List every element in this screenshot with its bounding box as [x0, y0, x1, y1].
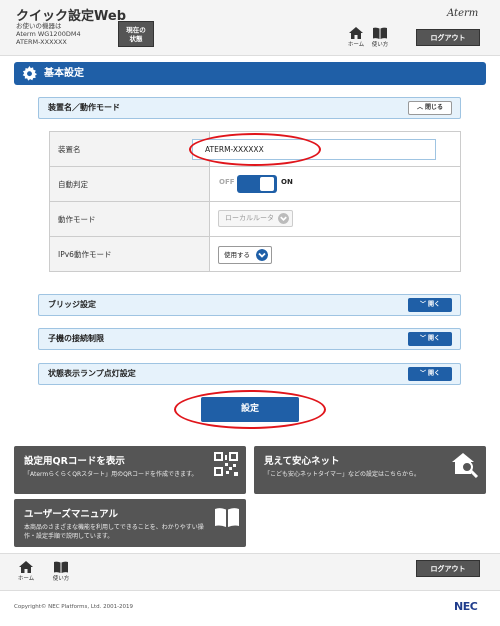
manual-label: 使い方 — [371, 42, 389, 48]
open-bridge-button[interactable]: ﹀ 開く — [408, 298, 452, 312]
footer-manual-button[interactable]: 使い方 — [50, 561, 72, 582]
close-panel-button[interactable]: ︿ 閉じる — [408, 101, 452, 115]
user-manual-card[interactable]: ユーザーズマニュアル 本商品のさまざまな機能を利用してできることを、わかりやすい… — [14, 499, 246, 547]
qr-card-title: 設定用QRコードを表示 — [24, 456, 125, 467]
panel-bridge-header: ブリッジ設定 ﹀ 開く — [38, 294, 461, 316]
safe-card-title: 見えて安心ネット — [264, 456, 340, 467]
panel-client-limit-header: 子機の接続制限 ﹀ 開く — [38, 328, 461, 350]
chevron-down-icon: ﹀ — [419, 370, 426, 377]
device-name-input[interactable]: ATERM-XXXXXX — [192, 139, 436, 160]
home-button[interactable]: ホーム — [345, 27, 367, 48]
home-icon — [349, 27, 363, 39]
qr-card-desc: 「AtermらくらくQRスタート」用のQRコードを作成できます。 — [24, 471, 198, 478]
operation-mode-value: ローカルルータ — [225, 214, 274, 222]
close-label: 閉じる — [425, 104, 444, 111]
panel-device-mode-title: 装置名／動作モード — [48, 103, 120, 112]
open-lamp-button[interactable]: ﹀ 開く — [408, 367, 452, 381]
operation-mode-label: 動作モード — [49, 201, 210, 237]
gear-icon — [22, 66, 37, 81]
footer-logout-button[interactable]: ログアウト — [416, 560, 480, 577]
panel-client-limit-title: 子機の接続制限 — [48, 334, 104, 343]
switch-on-text: ON — [281, 178, 293, 186]
device-info: お使いの機器は Aterm WG1200DM4 ATERM-XXXXXX — [16, 22, 81, 46]
aterm-logo: Aterm — [447, 8, 479, 19]
panel-bridge-title: ブリッジ設定 — [48, 300, 96, 309]
open-label: 開く — [428, 335, 441, 342]
operation-mode-select: ローカルルータ — [218, 210, 293, 227]
open-label: 開く — [428, 370, 441, 377]
manual-desc-line: 本商品のさまざまな機能を利用してできることを、わかりやすい操 — [24, 524, 204, 531]
open-label: 開く — [428, 301, 441, 308]
section-title: 基本設定 — [14, 62, 486, 85]
ipv6-mode-select[interactable]: 使用する — [218, 246, 272, 264]
chevron-down-icon: ﹀ — [419, 335, 426, 342]
auto-detect-toggle[interactable] — [237, 175, 277, 193]
status-button-line1: 現在の — [126, 26, 146, 34]
device-name-label: 装置名 — [49, 131, 210, 167]
panel-lamp-title: 状態表示ランプ点灯設定 — [48, 369, 136, 378]
manual-button[interactable]: 使い方 — [369, 27, 391, 48]
house-search-icon — [452, 453, 479, 478]
device-model: Aterm WG1200DM4 — [16, 30, 81, 38]
switch-off-text: OFF — [219, 178, 235, 186]
toggle-knob — [260, 177, 274, 191]
nec-logo: NEC — [454, 600, 478, 613]
apply-button[interactable]: 設定 — [201, 397, 299, 422]
open-client-limit-button[interactable]: ﹀ 開く — [408, 332, 452, 346]
footer-bar: ホーム 使い方 ログアウト — [0, 553, 500, 591]
book-icon — [373, 27, 387, 39]
manual-desc-line: 作・設定手順で説明しています。 — [24, 533, 114, 540]
header: クイック設定Web お使いの機器は Aterm WG1200DM4 ATERM-… — [0, 0, 500, 56]
device-info-line: お使いの機器は — [16, 22, 62, 30]
current-status-button[interactable]: 現在の 状態 — [118, 21, 154, 47]
chevron-down-icon — [278, 213, 289, 224]
ipv6-mode-value: 使用する — [224, 251, 250, 259]
manual-card-title: ユーザーズマニュアル — [24, 509, 119, 520]
auto-detect-label: 自動判定 — [49, 166, 210, 202]
qr-code-card[interactable]: 設定用QRコードを表示 「AtermらくらくQRスタート」用のQRコードを作成で… — [14, 446, 246, 494]
chevron-down-icon: ﹀ — [419, 301, 426, 308]
manual-card-desc: 本商品のさまざまな機能を利用してできることを、わかりやすい操 作・設定手順で説明… — [24, 523, 204, 541]
panel-lamp-header: 状態表示ランプ点灯設定 ﹀ 開く — [38, 363, 461, 385]
book-icon — [54, 561, 68, 573]
home-label: ホーム — [347, 42, 365, 48]
footer-manual-label: 使い方 — [52, 576, 70, 582]
chevron-up-icon: ︿ — [416, 104, 423, 111]
qr-code-icon — [214, 452, 238, 476]
home-icon — [19, 561, 33, 573]
book-icon — [215, 508, 239, 527]
status-button-line2: 状態 — [129, 35, 143, 43]
chevron-down-icon — [256, 249, 268, 261]
ipv6-mode-label: IPv6動作モード — [49, 236, 210, 272]
device-name: ATERM-XXXXXX — [16, 38, 67, 46]
footer-home-button[interactable]: ホーム — [15, 561, 37, 582]
panel-device-mode-header: 装置名／動作モード ︿ 閉じる — [38, 97, 461, 119]
section-title-text: 基本設定 — [44, 68, 84, 79]
safe-card-desc: 「こども安心ネットタイマー」などの設定はこちらから。 — [264, 471, 421, 478]
copyright-text: Copyright© NEC Platforms, Ltd. 2001-2019 — [14, 604, 134, 610]
safe-net-card[interactable]: 見えて安心ネット 「こども安心ネットタイマー」などの設定はこちらから。 — [254, 446, 486, 494]
logout-button[interactable]: ログアウト — [416, 29, 480, 46]
footer-home-label: ホーム — [17, 576, 35, 582]
